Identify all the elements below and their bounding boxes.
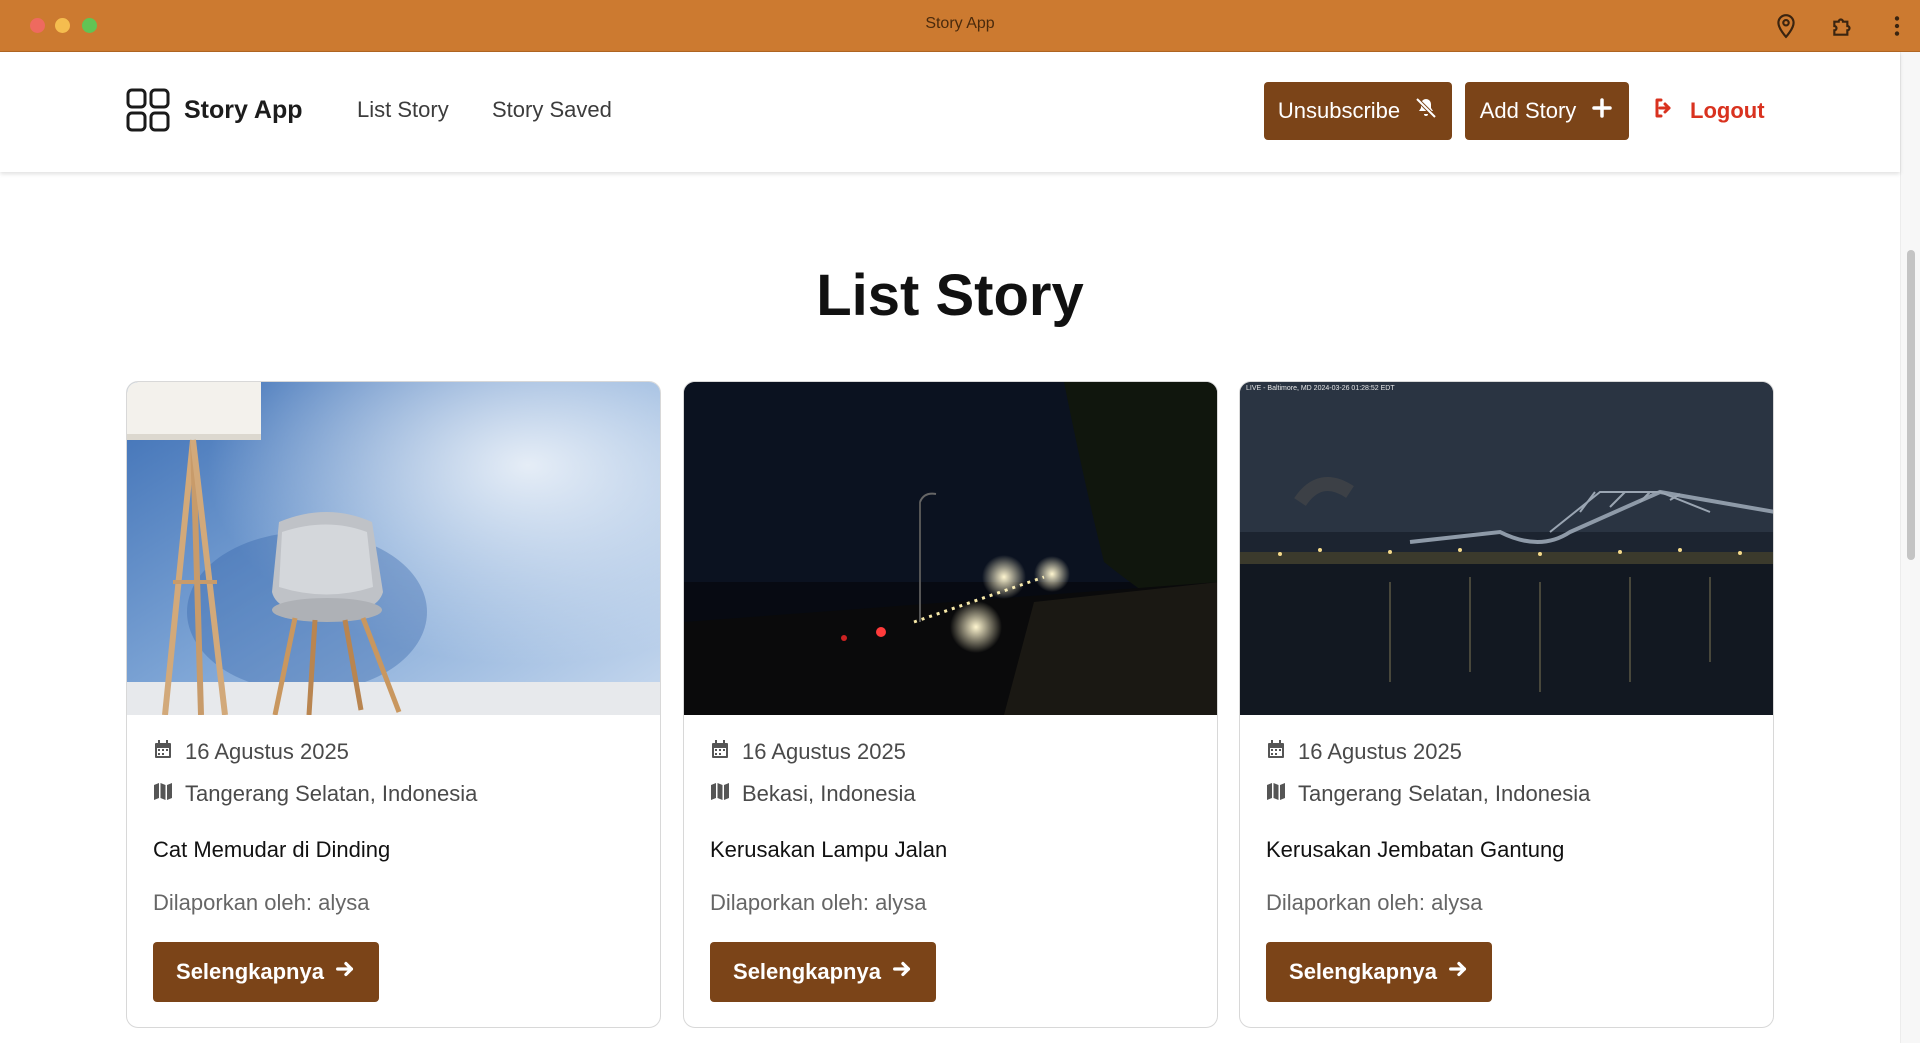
story-location-text: Tangerang Selatan, Indonesia: [185, 781, 478, 806]
calendar-icon: [1266, 739, 1286, 765]
window-titlebar: Story App: [0, 0, 1920, 52]
story-location-text: Tangerang Selatan, Indonesia: [1298, 781, 1591, 806]
unsubscribe-label: Unsubscribe: [1277, 98, 1401, 123]
story-image: [127, 382, 660, 715]
page-scrollbar-thumb[interactable]: [1907, 250, 1915, 560]
calendar-icon: [710, 739, 730, 765]
logout-button[interactable]: Logout: [1652, 96, 1765, 126]
story-date: 16 Agustus 2025: [1266, 739, 1462, 765]
story-card: LIVE - Baltimore, MD 2024-03-26 01:28:52…: [1239, 381, 1774, 1028]
add-story-button[interactable]: Add Story: [1465, 82, 1629, 140]
story-title: Kerusakan Jembatan Gantung: [1266, 837, 1565, 862]
arrow-right-icon: [334, 958, 356, 986]
plus-icon: [1590, 96, 1614, 126]
brand-name: Story App: [184, 95, 303, 124]
story-card: 16 Agustus 2025 Bekasi, Indonesia Kerusa…: [683, 381, 1218, 1028]
read-more-label: Selengkapnya: [176, 959, 324, 984]
nav-link-list-story[interactable]: List Story: [357, 97, 449, 123]
story-image: LIVE - Baltimore, MD 2024-03-26 01:28:52…: [1240, 382, 1773, 715]
arrow-right-icon: [1447, 958, 1469, 986]
story-date: 16 Agustus 2025: [710, 739, 906, 765]
story-title: Cat Memudar di Dinding: [153, 837, 391, 862]
story-reporter: Dilaporkan oleh: alysa: [1266, 890, 1483, 915]
window-title: Story App: [925, 15, 995, 32]
map-icon: [1266, 781, 1286, 807]
story-date-text: 16 Agustus 2025: [1298, 739, 1462, 764]
nav-link-story-saved[interactable]: Story Saved: [492, 97, 612, 123]
page-title: List Story: [816, 263, 1084, 328]
grid-logo-icon: [126, 88, 170, 132]
location-pin-icon[interactable]: [1773, 13, 1799, 39]
story-image: [684, 382, 1217, 715]
calendar-icon: [153, 739, 173, 765]
story-reporter: Dilaporkan oleh: alysa: [710, 890, 927, 915]
more-vert-icon[interactable]: [1884, 13, 1910, 39]
brand[interactable]: Story App: [126, 88, 303, 132]
arrow-right-icon: [891, 958, 913, 986]
read-more-label: Selengkapnya: [733, 959, 881, 984]
read-more-label: Selengkapnya: [1289, 959, 1437, 984]
story-location-text: Bekasi, Indonesia: [742, 781, 916, 806]
story-location: Tangerang Selatan, Indonesia: [153, 781, 477, 807]
story-date: 16 Agustus 2025: [153, 739, 349, 765]
read-more-button[interactable]: Selengkapnya: [153, 942, 379, 1002]
story-date-text: 16 Agustus 2025: [742, 739, 906, 764]
extensions-icon[interactable]: [1830, 13, 1856, 39]
story-card: 16 Agustus 2025 Tangerang Selatan, Indon…: [126, 381, 661, 1028]
bell-slash-icon: [1414, 96, 1438, 126]
unsubscribe-button[interactable]: Unsubscribe: [1264, 82, 1452, 140]
stream-overlay-text: LIVE - Baltimore, MD 2024-03-26 01:28:52…: [1246, 385, 1395, 392]
story-reporter: Dilaporkan oleh: alysa: [153, 890, 370, 915]
story-title: Kerusakan Lampu Jalan: [710, 837, 948, 862]
story-date-text: 16 Agustus 2025: [185, 739, 349, 764]
navbar: Story App List Story Story Saved Unsubsc…: [0, 52, 1900, 172]
map-icon: [153, 781, 173, 807]
story-location: Tangerang Selatan, Indonesia: [1266, 781, 1590, 807]
story-location: Bekasi, Indonesia: [710, 781, 916, 807]
logout-label: Logout: [1690, 98, 1765, 123]
add-story-label: Add Story: [1479, 98, 1577, 123]
sign-out-icon: [1652, 96, 1676, 126]
read-more-button[interactable]: Selengkapnya: [710, 942, 936, 1002]
read-more-button[interactable]: Selengkapnya: [1266, 942, 1492, 1002]
map-icon: [710, 781, 730, 807]
